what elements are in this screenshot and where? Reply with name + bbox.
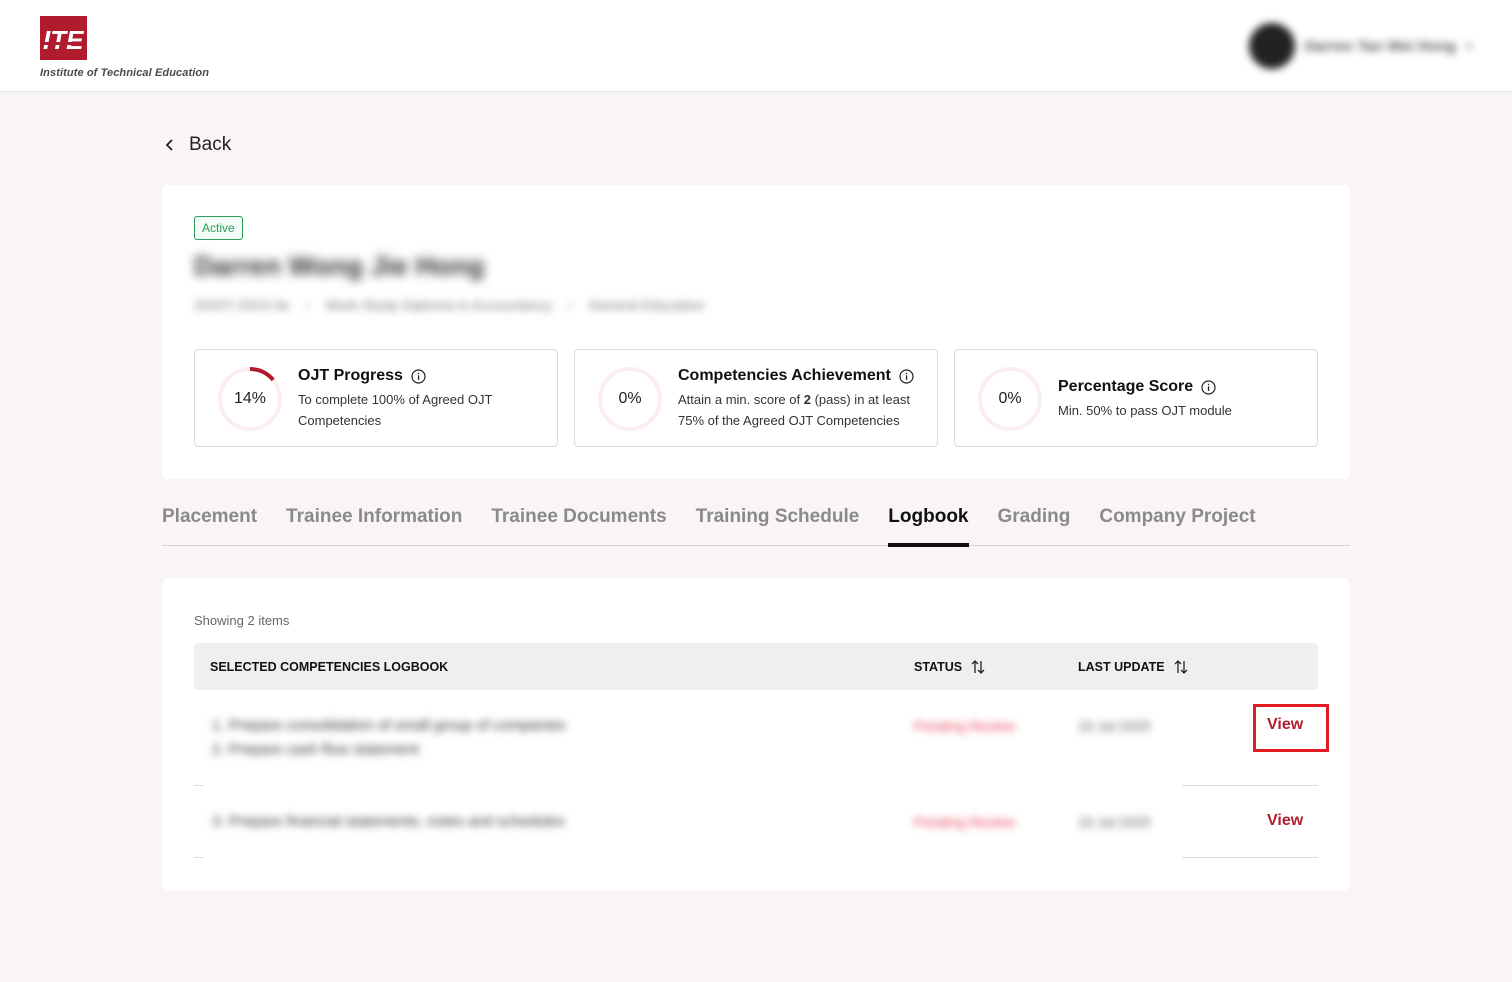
meta-separator-icon: › — [304, 297, 310, 313]
trainee-meta: 2025T-2023-3a › Work-Study Diploma in Ac… — [194, 297, 704, 313]
view-button[interactable]: View — [1267, 812, 1303, 830]
percentage-score-card: 0% Percentage Score Min. 50% to pass OJT… — [954, 349, 1318, 447]
items-count: Showing 2 items — [194, 613, 290, 628]
progress-value: 0% — [998, 390, 1022, 407]
status-cell: Pending Review — [914, 814, 1016, 830]
competency-cell: 1. Prepare consolidation of small group … — [212, 714, 566, 762]
trainee-meta-course: Work-Study Diploma in Accountancy — [325, 297, 552, 313]
stat-title-text: Percentage Score — [1058, 378, 1194, 395]
progress-value: 14% — [233, 390, 267, 407]
last-update-cell: 15 Jul 2025 — [1078, 718, 1151, 734]
column-header-status[interactable]: STATUS — [914, 643, 986, 690]
tab-logbook[interactable]: Logbook — [888, 506, 969, 547]
stat-description-pre: Attain a min. score of — [678, 392, 804, 407]
competency-line: 1. Prepare consolidation of small group … — [212, 717, 566, 734]
sort-icon[interactable] — [970, 659, 986, 675]
sort-icon[interactable] — [1173, 659, 1189, 675]
table-header: SELECTED COMPETENCIES LOGBOOK STATUS LAS… — [194, 643, 1318, 690]
trainee-summary-card: Active Darren Wong Jie Hong 2025T-2023-3… — [162, 185, 1350, 479]
trainee-meta-dept: General Education — [588, 297, 705, 313]
tab-training-schedule[interactable]: Training Schedule — [696, 506, 860, 546]
row-divider — [1182, 857, 1318, 858]
column-header-label: SELECTED COMPETENCIES LOGBOOK — [210, 659, 449, 674]
info-icon[interactable] — [411, 368, 426, 384]
trainee-name: Darren Wong Jie Hong — [194, 251, 485, 281]
chevron-left-icon — [165, 139, 173, 151]
competency-cell: 3. Prepare financial statements, notes a… — [212, 810, 565, 834]
info-icon[interactable] — [899, 368, 914, 384]
logo-mark-text: ITE — [43, 25, 84, 55]
back-label: Back — [189, 134, 232, 155]
stat-description-score: 2 — [803, 392, 811, 407]
ojt-progress-card: 14% OJT Progress To complete 100% of Agr… — [194, 349, 558, 447]
tab-bar: Placement Trainee Information Trainee Do… — [162, 506, 1350, 547]
stat-title: OJT Progress — [298, 367, 508, 385]
column-header-competencies: SELECTED COMPETENCIES LOGBOOK — [210, 643, 448, 690]
competency-line: 3. Prepare financial statements, notes a… — [212, 813, 565, 830]
column-header-last-update[interactable]: LAST UPDATE — [1078, 643, 1189, 690]
progress-value: 0% — [618, 390, 642, 407]
competency-line: 2. Prepare cash flow statement — [212, 741, 419, 758]
info-icon[interactable] — [1201, 379, 1216, 395]
tab-trainee-documents[interactable]: Trainee Documents — [491, 506, 666, 546]
ite-logo[interactable]: ITE Institute of Technical Education — [40, 16, 209, 79]
row-divider — [194, 857, 204, 858]
back-button[interactable]: Back — [163, 134, 231, 156]
top-bar: ITE Institute of Technical Education Dar… — [0, 0, 1512, 92]
tab-grading[interactable]: Grading — [998, 506, 1071, 546]
highlight-box — [1253, 704, 1329, 752]
avatar[interactable] — [1248, 23, 1295, 69]
ite-logo-mark: ITE — [40, 16, 87, 60]
status-badge: Active — [194, 216, 243, 240]
stat-title: Percentage Score — [1058, 378, 1232, 396]
column-header-label: STATUS — [914, 659, 963, 674]
logbook-card: Showing 2 items SELECTED COMPETENCIES LO… — [162, 578, 1350, 890]
competencies-achievement-card: 0% Competencies Achievement Attain a min… — [574, 349, 938, 447]
chevron-down-icon: ▾ — [1465, 39, 1472, 53]
status-cell: Pending Review — [914, 718, 1016, 734]
table-row: 3. Prepare financial statements, notes a… — [194, 786, 1318, 858]
stat-title: Competencies Achievement — [678, 367, 918, 385]
trainee-meta-id: 2025T-2023-3a — [194, 297, 289, 313]
tab-company-project[interactable]: Company Project — [1099, 506, 1255, 546]
stat-description: Min. 50% to pass OJT module — [1058, 403, 1232, 418]
stat-title-text: OJT Progress — [298, 367, 403, 384]
meta-separator-icon: › — [567, 297, 573, 313]
stat-description: Attain a min. score of 2 (pass) in at le… — [678, 389, 918, 431]
user-name: Darren Tan Wei Hong — [1304, 37, 1456, 55]
table-row: 1. Prepare consolidation of small group … — [194, 690, 1329, 786]
stat-title-text: Competencies Achievement — [678, 367, 891, 384]
user-menu[interactable]: Darren Tan Wei Hong ▾ — [1248, 22, 1472, 70]
tab-placement[interactable]: Placement — [162, 506, 257, 546]
logo-caption: Institute of Technical Education — [40, 67, 210, 79]
column-header-label: LAST UPDATE — [1078, 659, 1165, 674]
stat-description: To complete 100% of Agreed OJT Competenc… — [298, 392, 493, 428]
tab-trainee-information[interactable]: Trainee Information — [286, 506, 462, 546]
last-update-cell: 15 Jul 2025 — [1078, 814, 1151, 830]
